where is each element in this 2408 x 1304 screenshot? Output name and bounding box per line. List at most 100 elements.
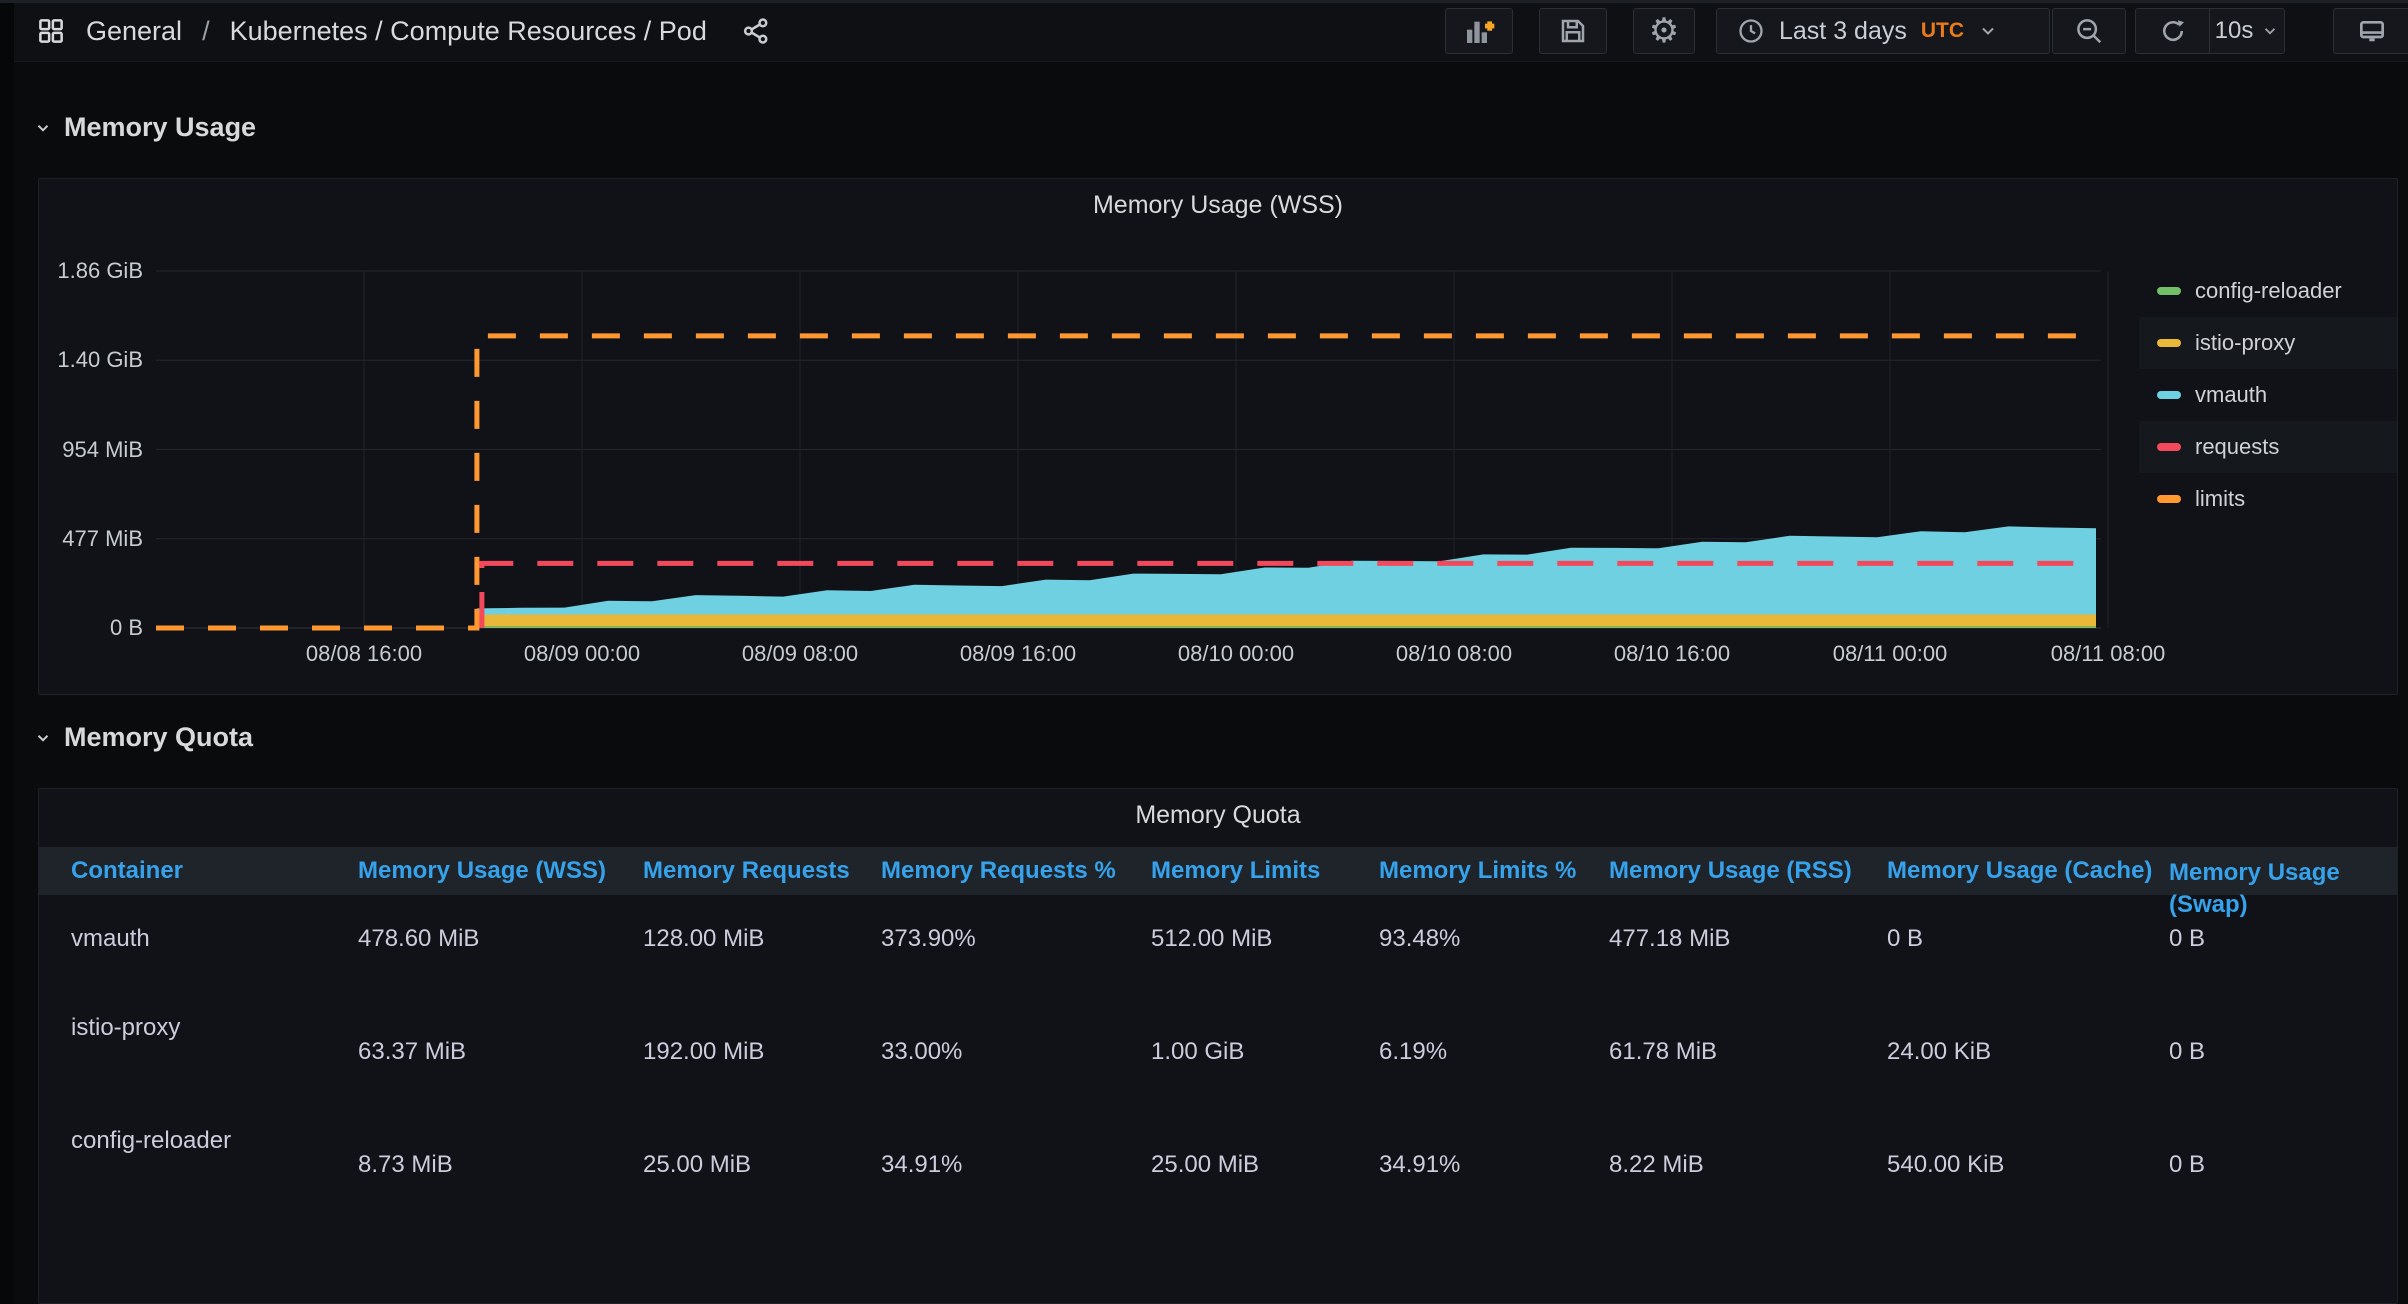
memory-usage-chart (156, 270, 2109, 631)
legend-swatch (2157, 339, 2181, 347)
breadcrumb-section[interactable]: General (86, 16, 182, 47)
value-cell: 25.00 MiB (643, 1151, 752, 1178)
refresh-button-group: 10s (2135, 8, 2285, 54)
table-row-istio-proxy: istio-proxy 63.37 MiB 192.00 MiB 33.00% 1.00… (39, 1008, 2397, 1121)
table-body: vmauth 478.60 MiB 128.00 MiB 373.90% 512.00 … (39, 895, 2397, 1234)
dashboard-header-bar: General / Kubernetes / Compute Resources… (0, 0, 2408, 62)
y-axis-label: 477 MiB (62, 525, 143, 551)
x-axis-label: 08/09 08:00 (741, 641, 859, 666)
zoom-out-icon (2077, 19, 2102, 44)
table-header-row: Container Memory Usage (WSS) Memory Reques… (39, 847, 2397, 918)
table-row-vmauth: vmauth 478.60 MiB 128.00 MiB 373.90% 512.00 … (39, 895, 2397, 1008)
value-cell: 63.37 MiB (358, 1038, 467, 1065)
x-axis-label: 08/09 16:00 (959, 641, 1077, 666)
value-cell: 8.73 MiB (358, 1151, 453, 1178)
section-memory-quota[interactable]: Memory Quota (34, 722, 253, 753)
container-name-cell: istio-proxy (71, 1014, 181, 1041)
value-cell: 6.19% (1379, 1038, 1448, 1065)
x-axis-label: 08/11 08:00 (2050, 641, 2166, 666)
value-cell: 0 B (2169, 925, 2206, 952)
series-area-config-reloader (476, 626, 2096, 628)
value-cell: 0 B (2169, 1151, 2206, 1178)
legend-label[interactable]: requests (2195, 434, 2279, 460)
value-cell: 1.00 GiB (1151, 1038, 1245, 1065)
value-cell: 61.78 MiB (1609, 1038, 1718, 1065)
time-range-picker[interactable]: Last 3 days UTC (1716, 8, 2050, 54)
monitor-icon (2360, 21, 2384, 42)
legend-swatch (2157, 391, 2181, 399)
series-area-vmauth (476, 526, 2096, 615)
value-cell: 540.00 KiB (1887, 1151, 2005, 1178)
breadcrumb: General / Kubernetes / Compute Resources… (36, 0, 771, 62)
value-cell: 34.91% (1379, 1151, 1461, 1178)
value-cell: 477.18 MiB (1609, 925, 1731, 952)
add-panel-button[interactable] (1445, 8, 1513, 54)
y-axis-label: 0 B (109, 615, 143, 640)
chart-legend: config-reloader istio-proxy vmauth requests… (2139, 265, 2397, 525)
time-range-label: Last 3 days (1779, 16, 1907, 45)
legend-item-istio-proxy[interactable]: istio-proxy (2139, 317, 2397, 369)
container-name-cell: config-reloader (71, 1127, 232, 1154)
value-cell: 512.00 MiB (1151, 925, 1273, 952)
value-cell: 25.00 MiB (1151, 1151, 1260, 1178)
memory-usage-panel-title[interactable]: Memory Usage (WSS) (39, 191, 2397, 220)
gear-icon: ⚙ (1648, 12, 1680, 50)
nav-edge-strip (0, 0, 14, 1304)
x-axis-label: 08/08 16:00 (305, 641, 423, 666)
refresh-interval-button[interactable]: 10s (2210, 9, 2284, 53)
legend-item-limits[interactable]: limits (2139, 473, 2397, 525)
refresh-button[interactable] (2136, 9, 2209, 53)
chevron-down-icon (1982, 27, 1994, 35)
kiosk-mode-button[interactable] (2333, 8, 2408, 54)
save-dashboard-button[interactable] (1539, 8, 1607, 54)
clock-icon (1739, 19, 1763, 43)
memory-quota-panel: Memory Quota Container Memory Usage (WSS)… (38, 788, 2398, 1304)
value-cell: 0 B (2169, 1038, 2206, 1065)
save-dashboard-icon (1561, 19, 1585, 43)
value-cell: 24.00 KiB (1887, 1038, 1992, 1065)
legend-item-vmauth[interactable]: vmauth (2139, 369, 2397, 421)
legend-swatch (2157, 287, 2181, 295)
x-axis-label: 08/10 00:00 (1177, 641, 1295, 666)
chevron-down-icon (2265, 28, 2276, 35)
value-cell: 478.60 MiB (358, 925, 480, 952)
refresh-interval-label: 10s (2214, 17, 2254, 44)
dashboard-settings-button[interactable]: ⚙ (1633, 8, 1695, 54)
y-axis-label: 1.40 GiB (57, 347, 143, 373)
section-title: Memory Usage (64, 112, 257, 142)
value-cell: 128.00 MiB (643, 925, 765, 952)
value-cell: 93.48% (1379, 925, 1461, 952)
share-icon[interactable] (741, 16, 771, 46)
x-axis-label: 08/10 16:00 (1613, 641, 1731, 666)
memory-quota-table: Container Memory Usage (WSS) Memory Reques… (39, 847, 2397, 1234)
y-axis-label: 1.86 GiB (57, 258, 143, 283)
value-cell: 0 B (1887, 925, 1924, 952)
zoom-out-button[interactable] (2052, 8, 2126, 54)
chevron-down-icon (37, 734, 49, 742)
add-panel-icon (1467, 21, 1495, 43)
x-axis-label: 08/11 00:00 (1832, 641, 1948, 666)
legend-swatch (2157, 443, 2181, 451)
value-cell: 373.90% (881, 925, 976, 952)
chevron-down-icon (37, 124, 49, 132)
timezone-badge: UTC (1920, 19, 1965, 42)
legend-swatch (2157, 495, 2181, 503)
legend-item-requests[interactable]: requests (2139, 421, 2397, 473)
memory-quota-panel-title[interactable]: Memory Quota (39, 801, 2397, 830)
value-cell: 8.22 MiB (1609, 1151, 1704, 1178)
refresh-icon (2162, 20, 2184, 42)
section-title: Memory Quota (64, 722, 254, 752)
memory-usage-panel: Memory Usage (WSS) 1.86 GiB 1.40 GiB 954 M… (38, 178, 2398, 695)
legend-label[interactable]: limits (2195, 486, 2245, 512)
legend-label[interactable]: config-reloader (2195, 278, 2342, 304)
breadcrumb-separator: / (202, 15, 210, 46)
legend-label[interactable]: vmauth (2195, 382, 2267, 408)
table-row-config-reloader: config-reloader 8.73 MiB 25.00 MiB 34.91% 25… (39, 1121, 2397, 1234)
apps-grid-icon[interactable] (36, 16, 66, 46)
value-cell: 192.00 MiB (643, 1038, 765, 1065)
series-area-istio-proxy (476, 614, 2096, 627)
legend-item-config-reloader[interactable]: config-reloader (2139, 265, 2397, 317)
section-memory-usage[interactable]: Memory Usage (34, 112, 256, 143)
value-cell: 33.00% (881, 1038, 963, 1065)
legend-label[interactable]: istio-proxy (2195, 330, 2295, 356)
